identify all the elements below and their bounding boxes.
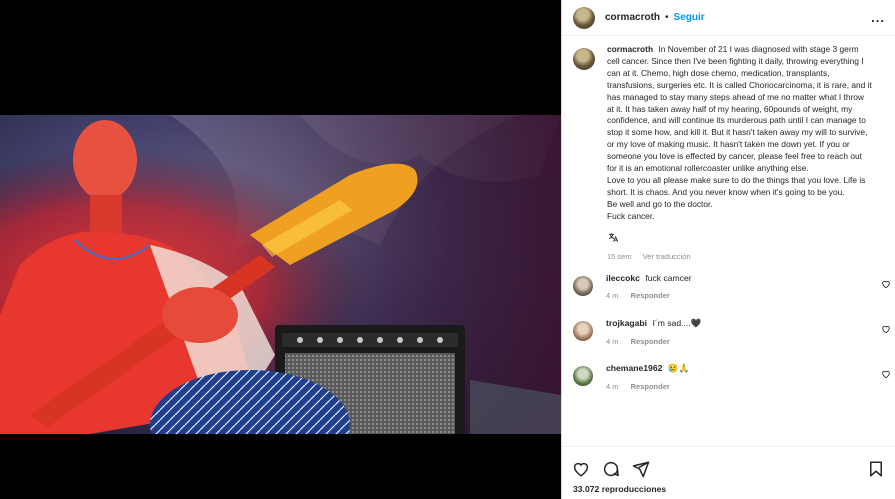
- comment-meta: 4 m Responder: [606, 291, 692, 300]
- comment-body: chemane1962 😢🙏 4 m Responder: [606, 363, 689, 408]
- post-photo[interactable]: [0, 115, 561, 434]
- more-options-icon[interactable]: ...: [871, 10, 885, 25]
- caption-author-avatar[interactable]: [573, 48, 595, 70]
- author-avatar[interactable]: [573, 6, 595, 29]
- translate-icon[interactable]: [607, 231, 620, 244]
- caption-meta-line: 15 sem Ver traducción: [607, 252, 895, 261]
- comment-item: trojkagabi I´m sad....🖤 4 m Responder: [562, 318, 895, 363]
- caption-username[interactable]: cormacroth: [607, 44, 653, 54]
- comments-scroll-area[interactable]: cormacroth In November of 21 I was diagn…: [562, 37, 895, 446]
- comment-body: trojkagabi I´m sad....🖤 4 m Responder: [606, 318, 701, 363]
- see-translation-link[interactable]: Ver traducción: [643, 252, 691, 261]
- comment-text: fuck camcer: [645, 272, 692, 283]
- post-media[interactable]: [0, 0, 561, 499]
- comment-meta: 4 m Responder: [606, 337, 701, 346]
- comment-age: 4 m: [606, 336, 619, 346]
- comment-avatar[interactable]: [573, 275, 593, 296]
- views-number: 33.072: [573, 484, 600, 494]
- post-side-panel: cormacroth • Seguir ... cormacroth In No…: [561, 0, 895, 499]
- comment-meta: 4 m Responder: [606, 382, 689, 391]
- comment-username[interactable]: chemane1962: [606, 363, 662, 373]
- comment-avatar[interactable]: [573, 365, 593, 386]
- post-actions: 33.072 reproducciones: [562, 446, 895, 499]
- bookmark-icon[interactable]: [867, 460, 885, 478]
- comment-age: 4 m: [606, 381, 619, 391]
- comment-item: ileccokc fuck camcer 4 m Responder: [562, 273, 895, 318]
- separator-dot: •: [665, 12, 669, 23]
- comment-text: 😢🙏: [667, 362, 690, 373]
- caption-age: 15 sem: [607, 251, 632, 261]
- photo-illustration: [0, 115, 561, 434]
- heart-icon[interactable]: [572, 460, 590, 478]
- comment-avatar[interactable]: [573, 320, 593, 341]
- views-label: reproducciones: [601, 484, 667, 494]
- comment-like-heart-icon[interactable]: [881, 369, 891, 379]
- reply-button[interactable]: Responder: [631, 291, 670, 300]
- comment-like-heart-icon[interactable]: [881, 324, 891, 334]
- comment-like-heart-icon[interactable]: [881, 279, 891, 289]
- caption-text: In November of 21 I was diagnosed with s…: [607, 44, 872, 221]
- reply-button[interactable]: Responder: [631, 337, 670, 346]
- comment-age: 4 m: [606, 290, 619, 300]
- comment-item: chemane1962 😢🙏 4 m Responder: [562, 363, 895, 408]
- caption-meta: 15 sem Ver traducción: [562, 231, 895, 261]
- post-caption: cormacroth In November of 21 I was diagn…: [562, 37, 895, 223]
- views-count[interactable]: 33.072 reproducciones: [562, 484, 895, 494]
- share-icon[interactable]: [632, 460, 650, 478]
- caption-body: cormacroth In November of 21 I was diagn…: [607, 44, 872, 223]
- comment-icon[interactable]: [602, 460, 620, 478]
- comment-body: ileccokc fuck camcer 4 m Responder: [606, 273, 692, 318]
- comment-username[interactable]: trojkagabi: [606, 318, 647, 328]
- comment-text: I´m sad....🖤: [652, 317, 702, 328]
- action-icons: [562, 447, 895, 481]
- author-username[interactable]: cormacroth: [605, 12, 660, 23]
- reply-button[interactable]: Responder: [631, 382, 670, 391]
- post-header: cormacroth • Seguir ...: [562, 0, 895, 36]
- follow-button[interactable]: Seguir: [674, 12, 705, 23]
- comment-username[interactable]: ileccokc: [606, 273, 640, 283]
